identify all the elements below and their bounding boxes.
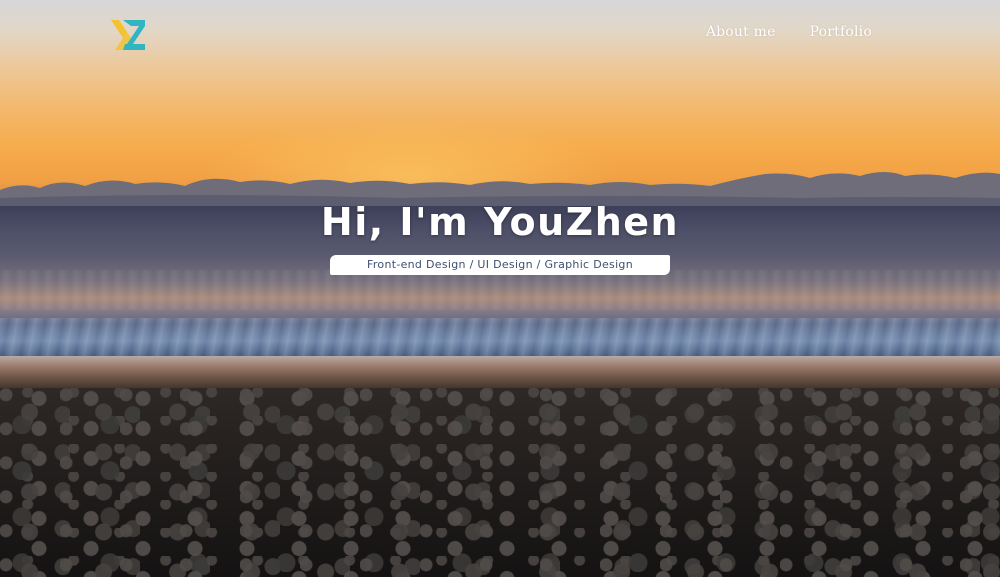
pebble-beach: [0, 388, 1000, 577]
ocean-sparkle: [0, 270, 1000, 310]
main-nav: About me Portfolio: [706, 23, 872, 41]
hero-tagline: Front-end Design / UI Design / Graphic D…: [330, 255, 670, 275]
yz-logo-icon[interactable]: [111, 18, 147, 52]
hero-headline: Hi, I'm YouZhen: [320, 200, 680, 244]
nav-about-me-link[interactable]: About me: [706, 23, 776, 41]
hero-section: About me Portfolio Hi, I'm YouZhen Front…: [0, 0, 1000, 577]
wet-sand: [0, 356, 1000, 390]
nav-portfolio-link[interactable]: Portfolio: [810, 23, 872, 41]
